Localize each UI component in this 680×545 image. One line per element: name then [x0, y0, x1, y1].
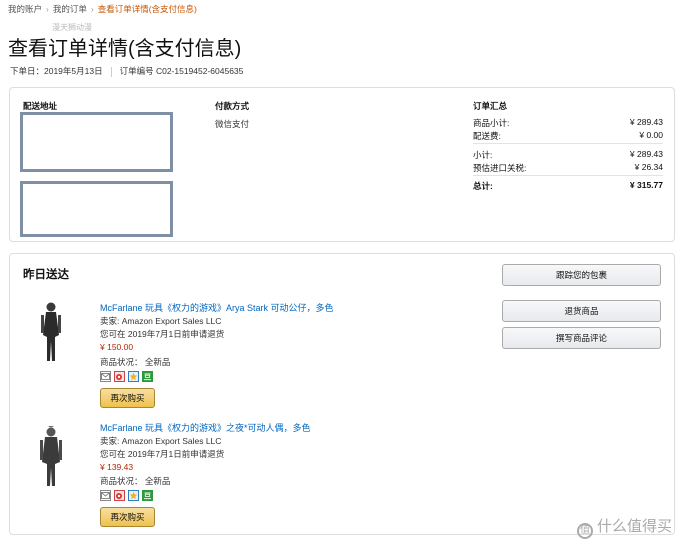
write-review-button[interactable]: 撰写商品评论: [502, 327, 661, 349]
qzone-share-icon[interactable]: [128, 371, 139, 382]
share-icons: [100, 371, 156, 382]
item-price: ¥ 150.00: [100, 342, 134, 352]
douban-share-icon[interactable]: [142, 371, 153, 382]
email-share-icon[interactable]: [100, 371, 111, 382]
breadcrumb: 我的账户 › 我的订单 › 查看订单详情(含支付信息): [8, 3, 197, 15]
night-king-figure-image[interactable]: [38, 426, 64, 490]
watermark-bottom: 值什么值得买: [576, 515, 672, 539]
order-item: McFarlane 玩具《权力的游戏》Arya Stark 可动公仔，多色 卖家…: [10, 298, 490, 410]
arya-figure-image[interactable]: [38, 301, 64, 365]
address-redacted-block: [20, 112, 173, 172]
row-label: 小计:: [473, 150, 493, 160]
order-meta: 下单日：2019年5月13日 订单编号 C02-1519452-6045635: [10, 65, 243, 77]
row-value: ¥ 315.77: [629, 180, 663, 190]
breadcrumb-current: 查看订单详情(含支付信息): [97, 4, 197, 14]
buy-again-button[interactable]: 再次购买: [100, 507, 155, 527]
row-label: 总计:: [473, 181, 493, 191]
watermark-bottom-text: 什么值得买: [596, 518, 672, 535]
row-value: ¥ 289.43: [629, 117, 663, 127]
summary-divider: [473, 143, 663, 144]
email-share-icon[interactable]: [100, 490, 111, 501]
share-icons: [100, 490, 156, 501]
track-package-button[interactable]: 跟踪您的包裹: [502, 264, 661, 286]
weibo-share-icon[interactable]: [114, 490, 125, 501]
breadcrumb-account[interactable]: 我的账户: [8, 4, 42, 14]
order-item: McFarlane 玩具《权力的游戏》之夜*可动人偶，多色 卖家: Amazon…: [10, 418, 490, 530]
order-date: 下单日：2019年5月13日: [10, 66, 103, 76]
buy-again-button[interactable]: 再次购买: [100, 388, 155, 408]
row-value: ¥ 26.34: [634, 162, 663, 172]
item-condition: 商品状况： 全新品: [100, 357, 171, 367]
row-label: 预估进口关税:: [473, 163, 527, 173]
item-price: ¥ 139.43: [100, 462, 134, 472]
return-items-button[interactable]: 退货商品: [502, 300, 661, 322]
row-label: 商品小计:: [473, 118, 510, 128]
item-return-note: 您可在 2019年7月1日前申请退货: [100, 449, 225, 459]
shipping-address-heading: 配送地址: [23, 101, 58, 111]
breadcrumb-orders[interactable]: 我的订单: [53, 4, 87, 14]
meta-divider: [110, 66, 112, 77]
item-condition: 商品状况： 全新品: [100, 476, 171, 486]
douban-share-icon[interactable]: [142, 490, 153, 501]
breadcrumb-separator: ›: [46, 4, 49, 14]
page-title: 查看订单详情(含支付信息): [8, 38, 242, 60]
item-title-link[interactable]: McFarlane 玩具《权力的游戏》Arya Stark 可动公仔，多色: [100, 301, 334, 314]
item-seller: 卖家: Amazon Export Sales LLC: [100, 316, 222, 326]
order-summary-heading: 订单汇总: [473, 101, 508, 111]
shipment-box: 昨日送达 跟踪您的包裹 退货商品 撰写商品评论 McFarlane 玩具《权力的…: [9, 253, 675, 535]
item-return-note: 您可在 2019年7月1日前申请退货: [100, 329, 225, 339]
address-redacted-block: [20, 181, 173, 237]
item-title-link[interactable]: McFarlane 玩具《权力的游戏》之夜*可动人偶，多色: [100, 421, 311, 434]
item-seller: 卖家: Amazon Export Sales LLC: [100, 436, 222, 446]
summary-divider: [473, 175, 663, 176]
order-number: 订单编号 C02-1519452-6045635: [119, 66, 244, 76]
qzone-share-icon[interactable]: [128, 490, 139, 501]
payment-method-heading: 付款方式: [215, 101, 250, 111]
delivery-status: 昨日送达: [23, 269, 69, 281]
breadcrumb-separator: ›: [90, 4, 94, 14]
weibo-share-icon[interactable]: [114, 371, 125, 382]
row-value: ¥ 0.00: [639, 130, 663, 140]
order-summary-box: 配送地址 付款方式 微信支付 订单汇总 商品小计: ¥ 289.43 配送费: …: [9, 87, 675, 242]
smzdm-logo-icon: 值: [576, 523, 593, 539]
row-label: 配送费:: [473, 131, 501, 141]
row-value: ¥ 289.43: [629, 149, 663, 159]
payment-method-value: 微信支付: [215, 119, 250, 129]
